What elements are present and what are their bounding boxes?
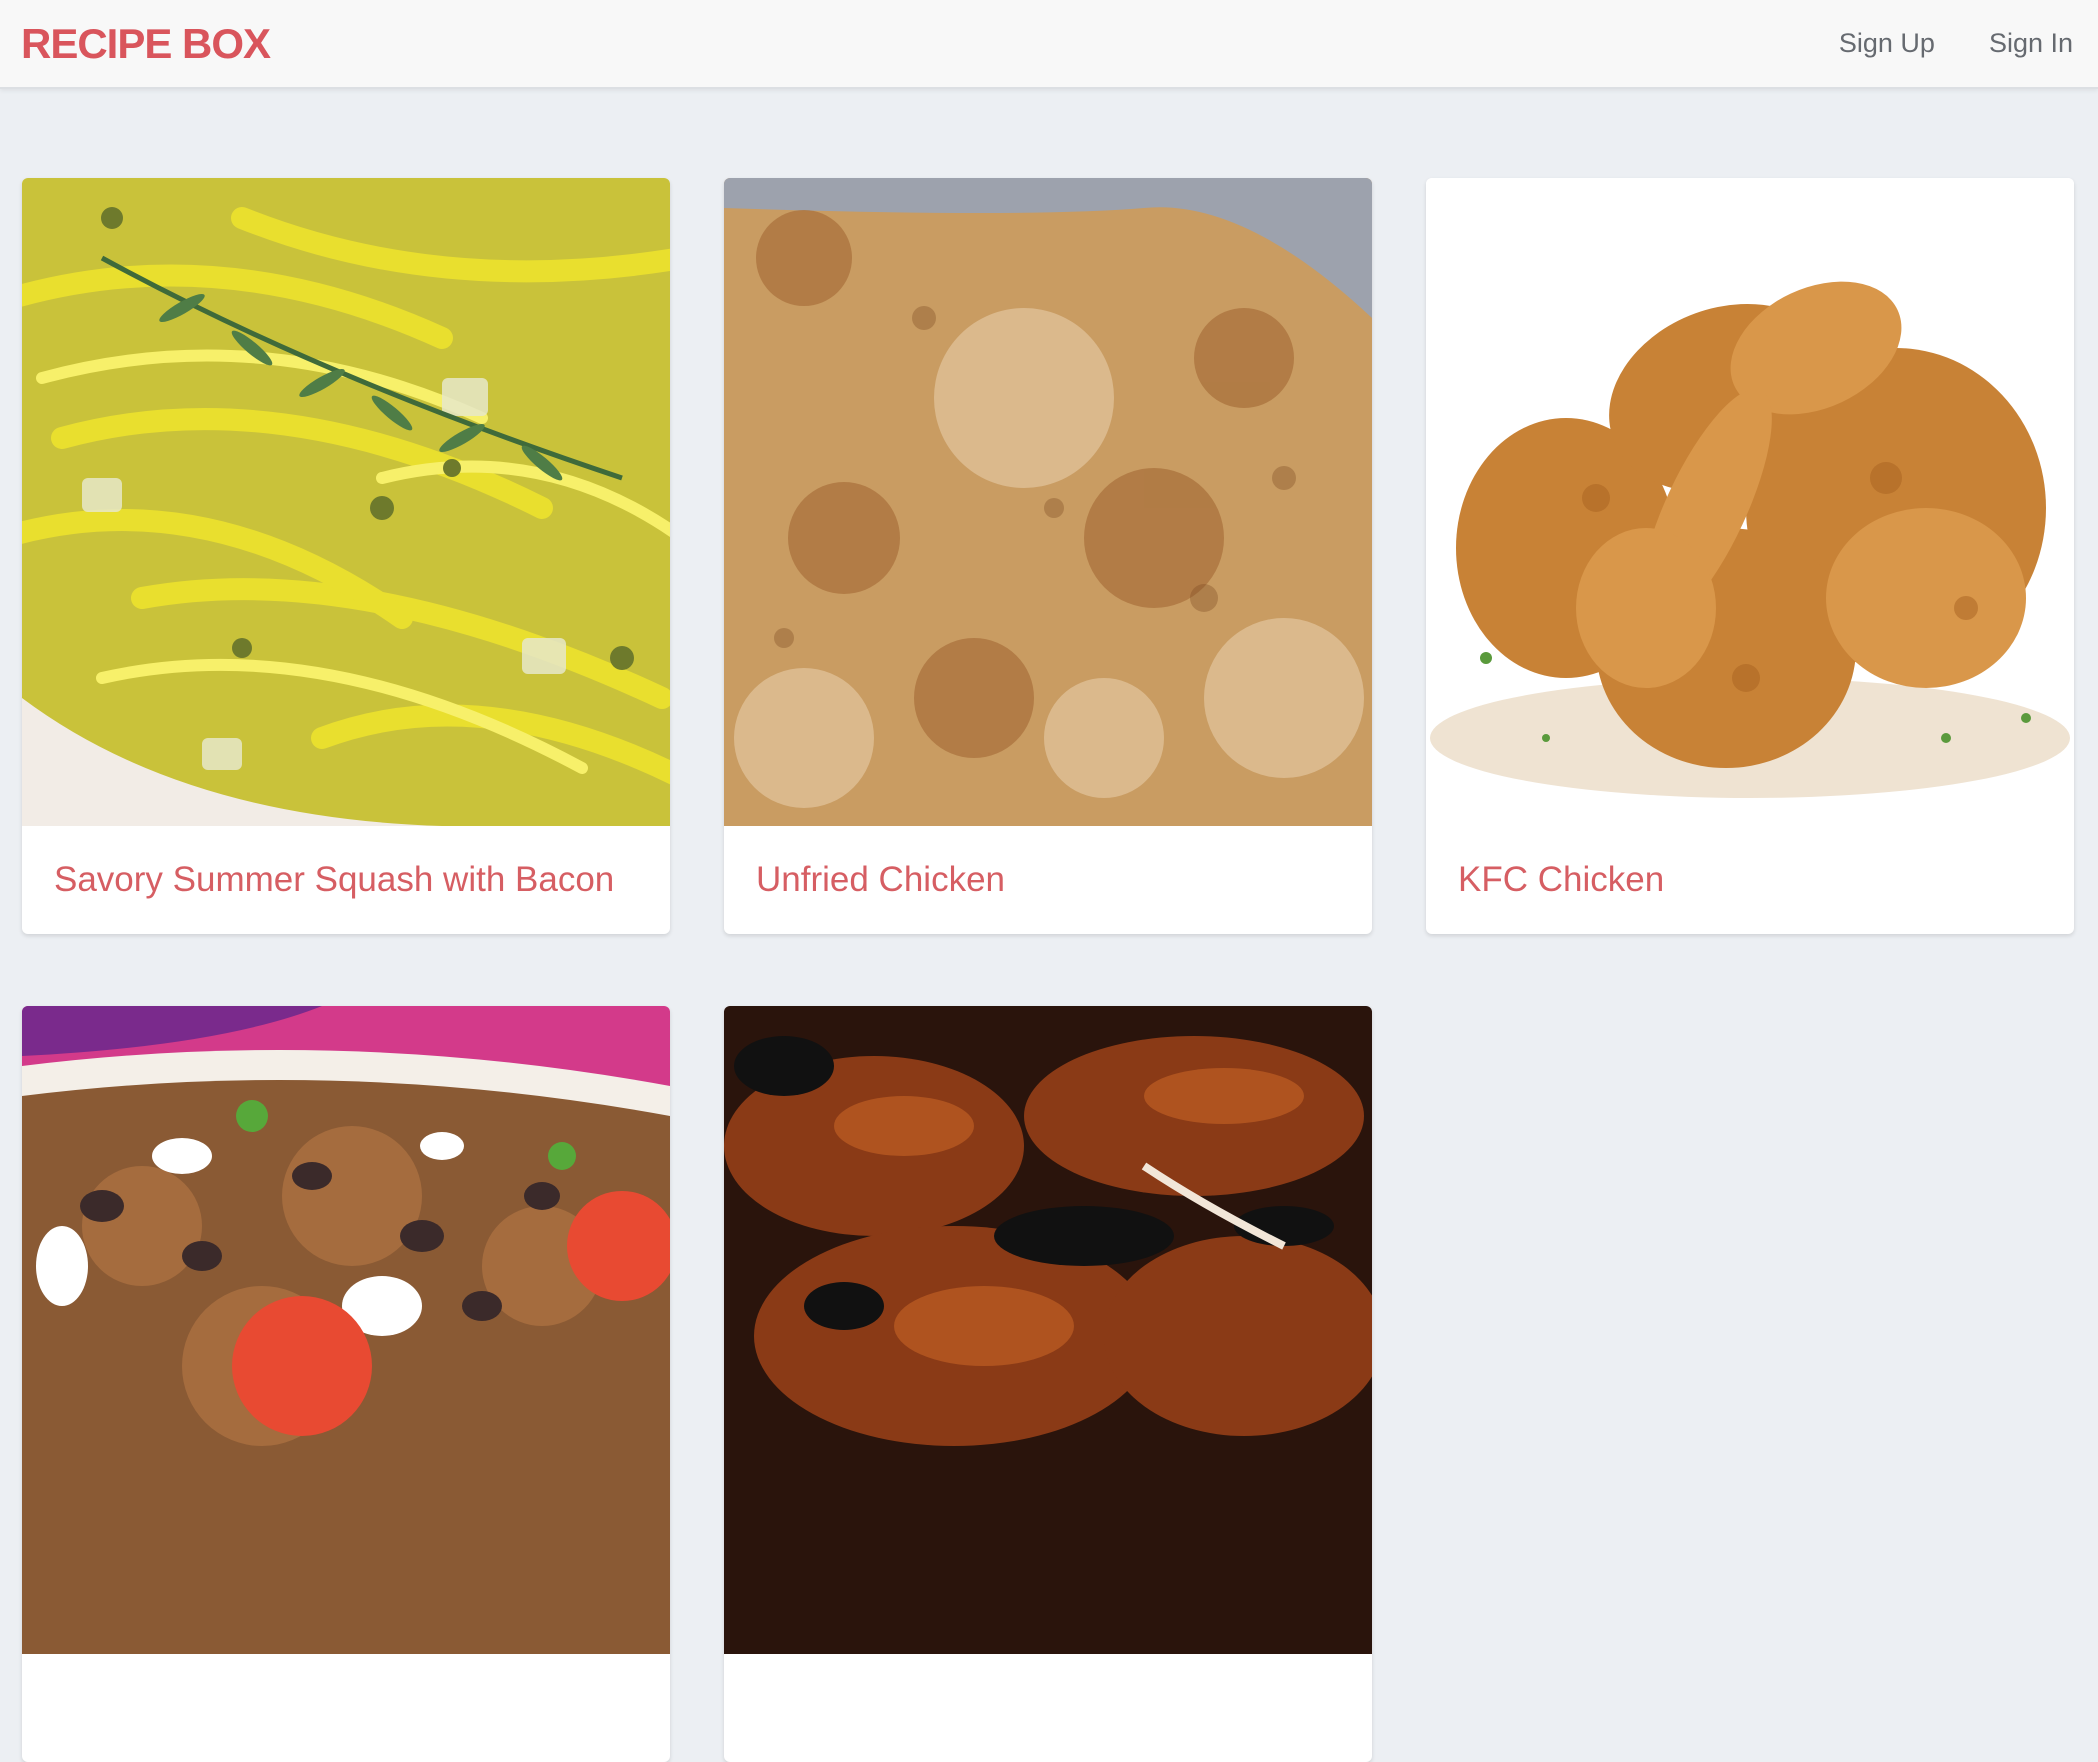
recipe-card[interactable] <box>22 1006 670 1762</box>
recipe-photo[interactable] <box>724 1006 1372 1654</box>
sign-up-link[interactable]: Sign Up <box>1839 28 1935 59</box>
grilled-chicken-photo <box>724 1006 1372 1654</box>
recipe-title[interactable] <box>22 1654 670 1762</box>
fried-chicken-photo <box>1426 178 2074 826</box>
recipe-card[interactable]: KFC Chicken <box>1426 178 2074 934</box>
recipe-photo[interactable] <box>724 178 1372 826</box>
recipe-card[interactable] <box>724 1006 1372 1762</box>
navbar: RECIPE BOX Sign Up Sign In <box>0 0 2098 89</box>
recipe-photo[interactable] <box>22 1006 670 1654</box>
bean-salad-photo <box>22 1006 670 1654</box>
recipe-photo[interactable] <box>22 178 670 826</box>
squash-noodles-photo <box>22 178 670 826</box>
sign-in-link[interactable]: Sign In <box>1989 28 2073 59</box>
brand-logo[interactable]: RECIPE BOX <box>21 20 271 68</box>
recipe-card[interactable]: Savory Summer Squash with Bacon <box>22 178 670 934</box>
recipe-title[interactable]: Savory Summer Squash with Bacon <box>22 826 670 934</box>
recipe-grid: Savory Summer Squash with Bacon Unfried … <box>22 178 2074 1762</box>
recipe-photo[interactable] <box>1426 178 2074 826</box>
nav-links: Sign Up Sign In <box>1839 28 2073 59</box>
recipe-card[interactable]: Unfried Chicken <box>724 178 1372 934</box>
recipe-title[interactable]: KFC Chicken <box>1426 826 2074 934</box>
recipe-title[interactable]: Unfried Chicken <box>724 826 1372 934</box>
breaded-chicken-photo <box>724 178 1372 826</box>
recipe-title[interactable] <box>724 1654 1372 1762</box>
